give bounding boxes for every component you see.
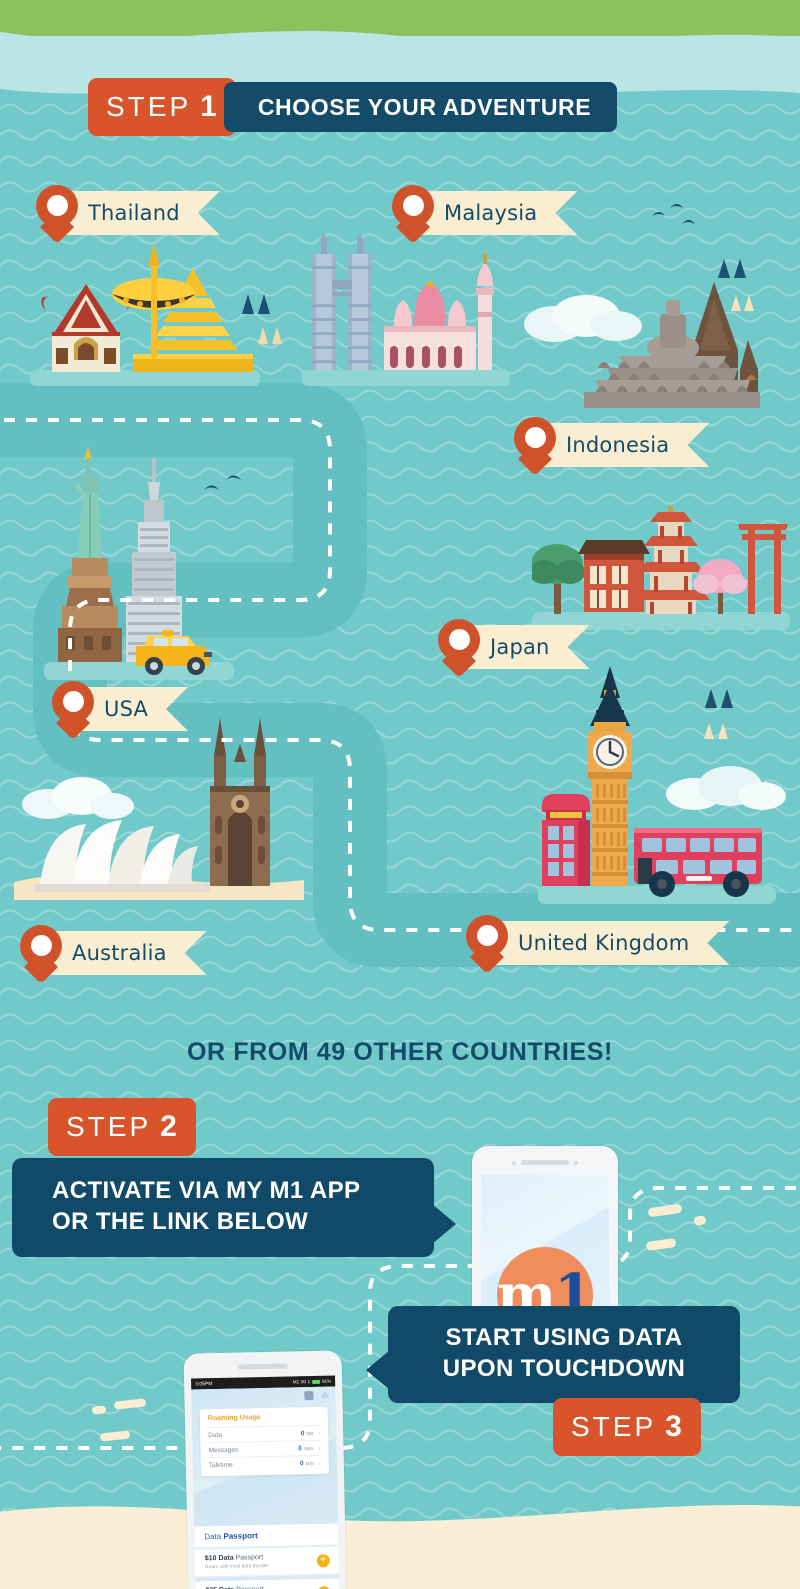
location-label-australia: Australia xyxy=(40,931,207,975)
step-3-chip: STEP 3 xyxy=(553,1398,701,1456)
data-passport-item[interactable]: $10 Data Passport Roam with local data b… xyxy=(194,1546,340,1578)
usage-label: Data xyxy=(208,1431,223,1440)
phone-camera-icon xyxy=(574,1161,578,1165)
location-pin-indonesia[interactable]: Indonesia xyxy=(514,417,709,476)
landmark-japan xyxy=(532,506,790,630)
passport-item-sub: Roam with local data bundle xyxy=(204,1562,268,1571)
passport-item-title: $25 Data Passport xyxy=(205,1585,329,1589)
step-1-header: STEP 1 CHOOSE YOUR ADVENTURE xyxy=(88,78,618,136)
usage-label: Talktime xyxy=(208,1461,233,1470)
landmark-indonesia xyxy=(584,282,760,408)
location-pin-united-kingdom[interactable]: United Kingdom xyxy=(466,915,729,974)
birds-icon xyxy=(652,204,695,224)
step-2-line-2: OR THE LINK BELOW xyxy=(52,1207,309,1235)
usage-label: Messages xyxy=(208,1446,239,1455)
usage-value: 0 MIN › xyxy=(300,1460,321,1467)
roaming-usage-title: Roaming Usage xyxy=(207,1414,261,1423)
phone-sensor-icon xyxy=(512,1161,516,1165)
passport-name-rest: Passport xyxy=(235,1554,264,1562)
map-pin-icon xyxy=(52,681,94,740)
sand-band xyxy=(0,1527,800,1589)
location-label-malaysia: Malaysia xyxy=(412,191,577,235)
avatar-icon[interactable] xyxy=(304,1390,314,1401)
step-1-word: STEP xyxy=(106,91,192,122)
map-pin-icon xyxy=(466,915,508,974)
step-3-line-1: START USING DATA xyxy=(445,1324,683,1351)
data-passport-section-title: Data Passport xyxy=(194,1523,339,1549)
passport-name-bold: Data xyxy=(218,1554,236,1562)
status-battery: 91% xyxy=(322,1378,332,1384)
phone-app-screen: Roaming Usage Data 0 MB › Messages 0 SMS… xyxy=(191,1386,340,1589)
usage-number: 0 xyxy=(299,1460,304,1468)
usage-row-talktime[interactable]: Talktime 0 MIN › xyxy=(208,1454,321,1473)
passport-price: $10 xyxy=(204,1554,219,1563)
roaming-usage-card: Roaming Usage Data 0 MB › Messages 0 SMS… xyxy=(199,1406,330,1477)
usage-unit: MB xyxy=(306,1430,314,1437)
location-pin-thailand[interactable]: Thailand xyxy=(36,185,220,244)
other-countries-note: OR FROM 49 OTHER COUNTRIES! xyxy=(187,1038,613,1066)
phone-speaker xyxy=(237,1363,288,1370)
step-1-number: 1 xyxy=(200,90,218,123)
section-title-part-1: Data xyxy=(204,1531,224,1542)
map-pin-icon xyxy=(438,619,480,678)
status-carrier: M1 3G 1 xyxy=(292,1379,311,1385)
usage-number: 0 xyxy=(300,1430,305,1438)
step-3-callout: START USING DATA UPON TOUCHDOWN xyxy=(366,1306,740,1404)
usage-unit: MIN xyxy=(305,1460,314,1467)
phone-mockup-roaming-app: 3:05PM M1 3G 1 91% Roaming Usage Data 0 … xyxy=(183,1350,347,1589)
step-3-number: 3 xyxy=(665,1410,683,1443)
bell-icon[interactable] xyxy=(320,1391,329,1400)
step-2-line-1: ACTIVATE VIA MY M1 APP xyxy=(52,1177,361,1204)
step-3-word: STEP xyxy=(571,1411,657,1442)
data-passport-item[interactable]: $25 Data Passport Roam with local data b… xyxy=(195,1578,340,1589)
step-2-chip: STEP 2 xyxy=(48,1098,196,1156)
chevron-right-icon: › xyxy=(318,1430,321,1437)
location-label-indonesia: Indonesia xyxy=(534,423,709,467)
step-1-headline: CHOOSE YOUR ADVENTURE xyxy=(223,82,618,132)
step-2-callout: ACTIVATE VIA MY M1 APP OR THE LINK BELOW xyxy=(12,1158,456,1258)
callout-arrow-left xyxy=(366,1350,390,1390)
chevron-right-icon: › xyxy=(318,1445,321,1452)
infographic-canvas: STEP 1 CHOOSE YOUR ADVENTURE Thailand Ma… xyxy=(0,0,800,1589)
section-title-part-2: Passport xyxy=(223,1531,258,1541)
location-pin-malaysia[interactable]: Malaysia xyxy=(392,185,577,244)
phone-speaker xyxy=(521,1160,569,1165)
chevron-right-icon: › xyxy=(318,1460,321,1467)
usage-value: 0 MB › xyxy=(301,1430,321,1437)
location-pin-japan[interactable]: Japan xyxy=(438,619,590,678)
location-pin-australia[interactable]: Australia xyxy=(20,925,207,984)
usage-number: 0 xyxy=(298,1445,302,1453)
map-pin-icon xyxy=(20,925,62,984)
location-label-thailand: Thailand xyxy=(56,191,220,235)
app-header-icons xyxy=(304,1391,329,1401)
passport-item-title: $10 Data Passport xyxy=(204,1553,329,1563)
callout-arrow-right xyxy=(432,1204,456,1244)
step-3-line-2: UPON TOUCHDOWN xyxy=(442,1354,686,1382)
status-time: 3:05PM xyxy=(195,1380,213,1387)
landmark-thailand xyxy=(30,244,260,386)
usage-value: 0 SMS › xyxy=(298,1445,321,1452)
map-pin-icon xyxy=(392,185,434,244)
step-2-word: STEP xyxy=(66,1111,152,1142)
step-2-number: 2 xyxy=(160,1110,178,1143)
step-1-chip: STEP 1 xyxy=(88,78,236,136)
map-pin-icon xyxy=(36,185,78,244)
landmark-united-kingdom xyxy=(538,666,776,904)
map-pin-icon xyxy=(514,417,556,476)
landmark-malaysia xyxy=(302,232,510,386)
location-label-united-kingdom: United Kingdom xyxy=(486,921,729,965)
landmark-usa xyxy=(44,446,234,680)
location-pin-usa[interactable]: USA xyxy=(52,681,188,740)
battery-icon xyxy=(312,1379,321,1384)
usage-unit: SMS xyxy=(303,1445,314,1452)
